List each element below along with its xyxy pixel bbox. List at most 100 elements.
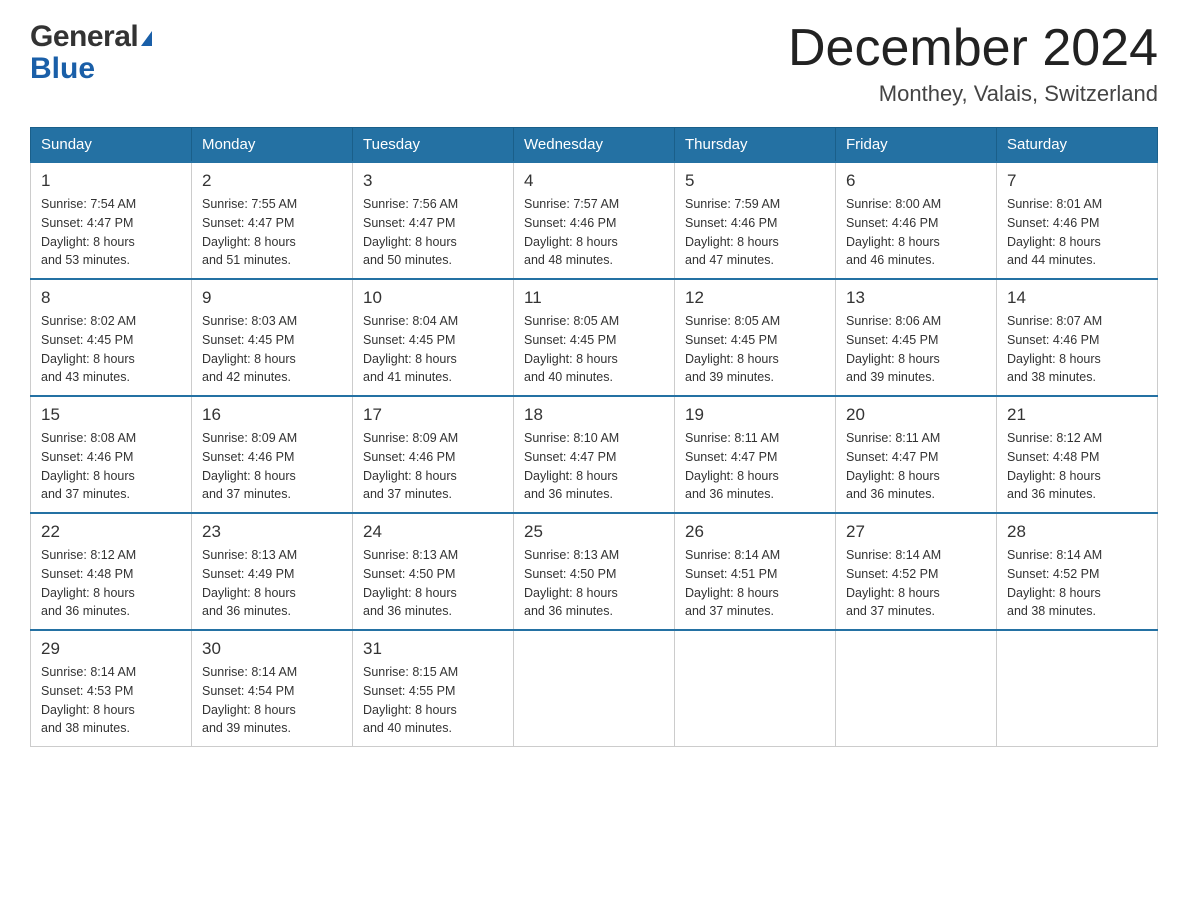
day-number: 12 — [685, 288, 825, 308]
logo-blue-text: Blue — [30, 52, 95, 86]
day-info: Sunrise: 8:09 AMSunset: 4:46 PMDaylight:… — [202, 431, 297, 501]
empty-cell — [514, 630, 675, 747]
calendar-day-18: 18 Sunrise: 8:10 AMSunset: 4:47 PMDaylig… — [514, 396, 675, 513]
day-info: Sunrise: 7:55 AMSunset: 4:47 PMDaylight:… — [202, 197, 297, 267]
day-info: Sunrise: 8:11 AMSunset: 4:47 PMDaylight:… — [846, 431, 940, 501]
day-number: 17 — [363, 405, 503, 425]
calendar-day-24: 24 Sunrise: 8:13 AMSunset: 4:50 PMDaylig… — [353, 513, 514, 630]
day-header-sunday: Sunday — [31, 128, 192, 163]
calendar-week-3: 15 Sunrise: 8:08 AMSunset: 4:46 PMDaylig… — [31, 396, 1158, 513]
calendar-week-1: 1 Sunrise: 7:54 AMSunset: 4:47 PMDayligh… — [31, 162, 1158, 279]
calendar-day-2: 2 Sunrise: 7:55 AMSunset: 4:47 PMDayligh… — [192, 162, 353, 279]
calendar-day-25: 25 Sunrise: 8:13 AMSunset: 4:50 PMDaylig… — [514, 513, 675, 630]
day-number: 13 — [846, 288, 986, 308]
day-info: Sunrise: 8:09 AMSunset: 4:46 PMDaylight:… — [363, 431, 458, 501]
day-info: Sunrise: 8:14 AMSunset: 4:51 PMDaylight:… — [685, 548, 780, 618]
day-info: Sunrise: 8:10 AMSunset: 4:47 PMDaylight:… — [524, 431, 619, 501]
calendar-day-11: 11 Sunrise: 8:05 AMSunset: 4:45 PMDaylig… — [514, 279, 675, 396]
calendar-day-27: 27 Sunrise: 8:14 AMSunset: 4:52 PMDaylig… — [836, 513, 997, 630]
day-info: Sunrise: 8:14 AMSunset: 4:52 PMDaylight:… — [1007, 548, 1102, 618]
day-number: 19 — [685, 405, 825, 425]
day-info: Sunrise: 8:12 AMSunset: 4:48 PMDaylight:… — [41, 548, 136, 618]
day-header-thursday: Thursday — [675, 128, 836, 163]
day-number: 31 — [363, 639, 503, 659]
day-number: 8 — [41, 288, 181, 308]
calendar-day-4: 4 Sunrise: 7:57 AMSunset: 4:46 PMDayligh… — [514, 162, 675, 279]
day-info: Sunrise: 8:11 AMSunset: 4:47 PMDaylight:… — [685, 431, 779, 501]
day-info: Sunrise: 8:15 AMSunset: 4:55 PMDaylight:… — [363, 665, 458, 735]
logo: General Blue — [30, 20, 152, 86]
logo-general-text: General — [30, 20, 138, 54]
day-number: 10 — [363, 288, 503, 308]
calendar-day-8: 8 Sunrise: 8:02 AMSunset: 4:45 PMDayligh… — [31, 279, 192, 396]
logo-triangle-icon — [141, 31, 152, 46]
day-number: 27 — [846, 522, 986, 542]
calendar-day-12: 12 Sunrise: 8:05 AMSunset: 4:45 PMDaylig… — [675, 279, 836, 396]
calendar-day-13: 13 Sunrise: 8:06 AMSunset: 4:45 PMDaylig… — [836, 279, 997, 396]
day-number: 18 — [524, 405, 664, 425]
calendar-day-29: 29 Sunrise: 8:14 AMSunset: 4:53 PMDaylig… — [31, 630, 192, 747]
day-info: Sunrise: 8:07 AMSunset: 4:46 PMDaylight:… — [1007, 314, 1102, 384]
calendar-day-17: 17 Sunrise: 8:09 AMSunset: 4:46 PMDaylig… — [353, 396, 514, 513]
title-block: December 2024 Monthey, Valais, Switzerla… — [788, 20, 1158, 107]
calendar-day-30: 30 Sunrise: 8:14 AMSunset: 4:54 PMDaylig… — [192, 630, 353, 747]
day-info: Sunrise: 8:13 AMSunset: 4:50 PMDaylight:… — [524, 548, 619, 618]
location-title: Monthey, Valais, Switzerland — [788, 81, 1158, 107]
day-header-friday: Friday — [836, 128, 997, 163]
calendar-day-31: 31 Sunrise: 8:15 AMSunset: 4:55 PMDaylig… — [353, 630, 514, 747]
day-number: 9 — [202, 288, 342, 308]
day-info: Sunrise: 8:13 AMSunset: 4:49 PMDaylight:… — [202, 548, 297, 618]
empty-cell — [997, 630, 1158, 747]
day-number: 25 — [524, 522, 664, 542]
calendar-day-14: 14 Sunrise: 8:07 AMSunset: 4:46 PMDaylig… — [997, 279, 1158, 396]
day-info: Sunrise: 8:00 AMSunset: 4:46 PMDaylight:… — [846, 197, 941, 267]
day-number: 3 — [363, 171, 503, 191]
day-number: 26 — [685, 522, 825, 542]
day-info: Sunrise: 8:12 AMSunset: 4:48 PMDaylight:… — [1007, 431, 1102, 501]
day-number: 23 — [202, 522, 342, 542]
day-number: 11 — [524, 288, 664, 308]
day-info: Sunrise: 7:59 AMSunset: 4:46 PMDaylight:… — [685, 197, 780, 267]
calendar-day-21: 21 Sunrise: 8:12 AMSunset: 4:48 PMDaylig… — [997, 396, 1158, 513]
empty-cell — [836, 630, 997, 747]
calendar-table: SundayMondayTuesdayWednesdayThursdayFrid… — [30, 127, 1158, 747]
day-number: 1 — [41, 171, 181, 191]
calendar-day-10: 10 Sunrise: 8:04 AMSunset: 4:45 PMDaylig… — [353, 279, 514, 396]
calendar-day-19: 19 Sunrise: 8:11 AMSunset: 4:47 PMDaylig… — [675, 396, 836, 513]
month-title: December 2024 — [788, 20, 1158, 77]
day-info: Sunrise: 8:14 AMSunset: 4:54 PMDaylight:… — [202, 665, 297, 735]
day-number: 20 — [846, 405, 986, 425]
calendar-day-16: 16 Sunrise: 8:09 AMSunset: 4:46 PMDaylig… — [192, 396, 353, 513]
calendar-day-23: 23 Sunrise: 8:13 AMSunset: 4:49 PMDaylig… — [192, 513, 353, 630]
day-info: Sunrise: 8:14 AMSunset: 4:52 PMDaylight:… — [846, 548, 941, 618]
calendar-day-9: 9 Sunrise: 8:03 AMSunset: 4:45 PMDayligh… — [192, 279, 353, 396]
day-info: Sunrise: 8:05 AMSunset: 4:45 PMDaylight:… — [685, 314, 780, 384]
calendar-header: SundayMondayTuesdayWednesdayThursdayFrid… — [31, 128, 1158, 163]
day-number: 16 — [202, 405, 342, 425]
day-header-tuesday: Tuesday — [353, 128, 514, 163]
calendar-day-5: 5 Sunrise: 7:59 AMSunset: 4:46 PMDayligh… — [675, 162, 836, 279]
calendar-day-26: 26 Sunrise: 8:14 AMSunset: 4:51 PMDaylig… — [675, 513, 836, 630]
calendar-day-1: 1 Sunrise: 7:54 AMSunset: 4:47 PMDayligh… — [31, 162, 192, 279]
days-of-week-row: SundayMondayTuesdayWednesdayThursdayFrid… — [31, 128, 1158, 163]
day-info: Sunrise: 8:14 AMSunset: 4:53 PMDaylight:… — [41, 665, 136, 735]
day-info: Sunrise: 8:01 AMSunset: 4:46 PMDaylight:… — [1007, 197, 1102, 267]
day-info: Sunrise: 8:08 AMSunset: 4:46 PMDaylight:… — [41, 431, 136, 501]
day-header-saturday: Saturday — [997, 128, 1158, 163]
day-number: 7 — [1007, 171, 1147, 191]
day-number: 30 — [202, 639, 342, 659]
day-info: Sunrise: 8:05 AMSunset: 4:45 PMDaylight:… — [524, 314, 619, 384]
calendar-day-6: 6 Sunrise: 8:00 AMSunset: 4:46 PMDayligh… — [836, 162, 997, 279]
calendar-week-5: 29 Sunrise: 8:14 AMSunset: 4:53 PMDaylig… — [31, 630, 1158, 747]
day-number: 22 — [41, 522, 181, 542]
day-number: 15 — [41, 405, 181, 425]
day-info: Sunrise: 8:03 AMSunset: 4:45 PMDaylight:… — [202, 314, 297, 384]
day-info: Sunrise: 7:54 AMSunset: 4:47 PMDaylight:… — [41, 197, 136, 267]
empty-cell — [675, 630, 836, 747]
day-info: Sunrise: 7:57 AMSunset: 4:46 PMDaylight:… — [524, 197, 619, 267]
calendar-week-4: 22 Sunrise: 8:12 AMSunset: 4:48 PMDaylig… — [31, 513, 1158, 630]
day-header-monday: Monday — [192, 128, 353, 163]
day-number: 21 — [1007, 405, 1147, 425]
day-header-wednesday: Wednesday — [514, 128, 675, 163]
calendar-day-22: 22 Sunrise: 8:12 AMSunset: 4:48 PMDaylig… — [31, 513, 192, 630]
